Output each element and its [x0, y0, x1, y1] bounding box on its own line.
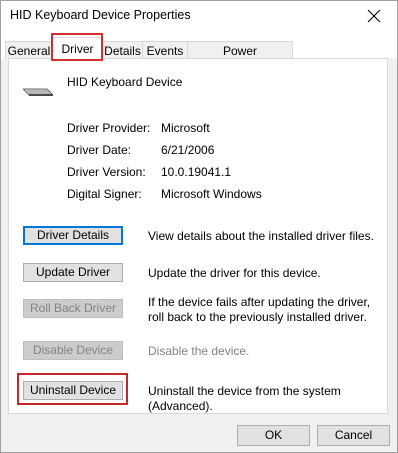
keyboard-icon — [23, 88, 53, 96]
driver-details-description: View details about the installed driver … — [148, 229, 374, 243]
uninstall-button-highlight — [17, 373, 128, 405]
uninstall-device-description: Uninstall the device from the system (Ad… — [148, 384, 341, 413]
update-driver-description: Update the driver for this device. — [148, 266, 321, 280]
digital-signer-value: Microsoft Windows — [161, 187, 262, 201]
digital-signer-label: Digital Signer: — [67, 187, 142, 201]
cancel-button[interactable]: Cancel — [317, 425, 390, 446]
tab-power-management[interactable]: Power Management — [187, 41, 293, 76]
tab-general[interactable]: General — [5, 41, 53, 59]
tab-events[interactable]: Events — [142, 41, 188, 59]
tab-details[interactable]: Details — [102, 41, 143, 59]
driver-version-label: Driver Version: — [67, 165, 146, 179]
driver-details-button[interactable]: Driver Details — [23, 226, 123, 245]
close-button[interactable] — [351, 1, 397, 31]
driver-tab-highlight — [51, 33, 103, 61]
driver-date-label: Driver Date: — [67, 143, 132, 157]
window-title: HID Keyboard Device Properties — [10, 8, 191, 22]
driver-provider-label: Driver Provider: — [67, 121, 151, 135]
roll-back-driver-button[interactable]: Roll Back Driver — [23, 299, 123, 318]
ok-button[interactable]: OK — [237, 425, 310, 446]
driver-version-value: 10.0.19041.1 — [161, 165, 232, 179]
driver-provider-value: Microsoft — [161, 121, 210, 135]
driver-tab-panel: HID Keyboard Device Driver Provider: Mic… — [8, 58, 388, 414]
driver-date-value: 6/21/2006 — [161, 143, 215, 157]
close-icon — [367, 9, 381, 23]
update-driver-button[interactable]: Update Driver — [23, 263, 123, 282]
disable-device-description: Disable the device. — [148, 344, 250, 358]
disable-device-button[interactable]: Disable Device — [23, 341, 123, 360]
device-name: HID Keyboard Device — [67, 75, 183, 89]
roll-back-driver-description: If the device fails after updating the d… — [148, 295, 371, 324]
title-bar: HID Keyboard Device Properties — [1, 1, 397, 31]
